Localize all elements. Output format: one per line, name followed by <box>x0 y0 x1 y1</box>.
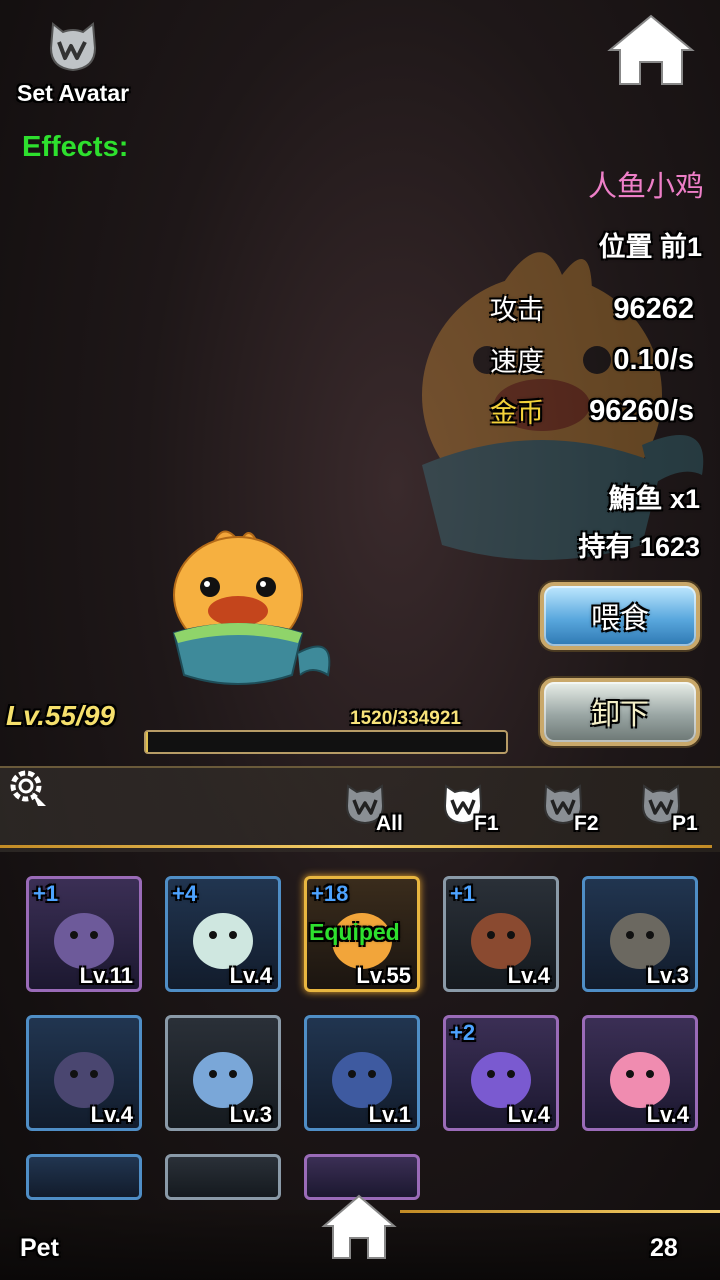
position-label: 位置 <box>598 232 653 262</box>
home-icon[interactable] <box>320 1192 398 1262</box>
pet-card[interactable]: Lv.1 <box>304 1015 420 1131</box>
card-level: Lv.4 <box>507 963 550 988</box>
home-icon[interactable] <box>606 12 696 88</box>
card-level: Lv.4 <box>229 963 272 988</box>
effects-label: Effects: <box>22 131 129 163</box>
pet-card[interactable]: +4 Lv.4 <box>165 876 281 992</box>
card-level: Lv.11 <box>79 963 133 988</box>
food-label: 鮪鱼 <box>608 484 663 514</box>
feed-button[interactable]: 喂食 <box>540 582 700 650</box>
enhance-badge: +18 <box>311 881 349 906</box>
settings-gear-icon[interactable] <box>6 766 50 810</box>
level-text: Lv.55 <box>6 700 77 731</box>
filter-tab-label: All <box>376 812 403 835</box>
card-level: Lv.3 <box>229 1102 272 1127</box>
owned-label: 持有 <box>578 532 633 562</box>
filter-tab-label: F2 <box>574 812 599 835</box>
food-value: x1 <box>669 484 700 514</box>
card-level: Lv.3 <box>646 963 689 988</box>
enhance-badge: +2 <box>450 1020 476 1045</box>
card-level: Lv.1 <box>368 1102 411 1127</box>
pet-count: 28 <box>650 1234 678 1262</box>
equipped-label: Equiped <box>309 919 400 945</box>
enhance-badge: +1 <box>33 881 59 906</box>
attack-label: 攻击 <box>490 295 544 325</box>
unequip-button[interactable]: 卸下 <box>540 678 700 746</box>
pet-card-partial[interactable] <box>165 1154 281 1200</box>
level-max: /99 <box>76 700 115 731</box>
card-level: Lv.4 <box>646 1102 689 1127</box>
pet-card[interactable]: +1 Lv.11 <box>26 876 142 992</box>
filter-tab-f2[interactable]: F2 <box>540 780 630 836</box>
card-level: Lv.4 <box>90 1102 133 1127</box>
pet-card-partial[interactable] <box>26 1154 142 1200</box>
pet-name: 人鱼小鸡 <box>587 171 704 203</box>
filter-tab-all[interactable]: All <box>342 780 432 836</box>
coin-value: 96260/s <box>589 395 694 427</box>
set-avatar-label[interactable]: Set Avatar <box>17 80 129 107</box>
pet-card[interactable]: Lv.3 <box>582 876 698 992</box>
enhance-badge: +1 <box>450 881 476 906</box>
level-display: Lv.55/99 <box>6 700 115 732</box>
pet-card[interactable]: +1 Lv.4 <box>443 876 559 992</box>
bottom-divider <box>400 1210 720 1213</box>
pet-card[interactable]: Lv.4 <box>26 1015 142 1131</box>
owned-row: 持有 1623 <box>578 525 700 564</box>
attack-value: 96262 <box>613 293 694 325</box>
food-row: 鮪鱼 x1 <box>608 477 700 516</box>
filter-tab-label: F1 <box>474 812 499 835</box>
card-level: Lv.4 <box>507 1102 550 1127</box>
speed-label: 速度 <box>490 347 544 377</box>
pet-card[interactable]: Lv.3 <box>165 1015 281 1131</box>
position-value: 前1 <box>659 232 702 262</box>
avatar-icon[interactable] <box>45 18 101 74</box>
filter-tab-label: P1 <box>672 812 698 835</box>
coin-label: 金币 <box>490 398 544 428</box>
position-row: 位置 前1 <box>598 225 702 264</box>
xp-fill <box>146 732 148 752</box>
footer-label: Pet <box>20 1234 59 1262</box>
pet-card[interactable]: +2 Lv.4 <box>443 1015 559 1131</box>
enhance-badge: +4 <box>172 881 198 906</box>
filter-divider <box>0 845 712 848</box>
card-level: Lv.55 <box>356 963 411 988</box>
pet-card[interactable]: Lv.4 <box>582 1015 698 1131</box>
xp-bar <box>144 730 508 754</box>
pet-card[interactable]: +18 Equiped Lv.55 <box>304 876 420 992</box>
filter-tab-f1[interactable]: F1 <box>440 780 530 836</box>
speed-value: 0.10/s <box>613 344 694 376</box>
xp-text: 1520/334921 <box>350 708 461 729</box>
owned-value: 1623 <box>639 532 700 562</box>
filter-tab-p1[interactable]: P1 <box>638 780 720 836</box>
pet-sprite[interactable] <box>160 515 336 695</box>
